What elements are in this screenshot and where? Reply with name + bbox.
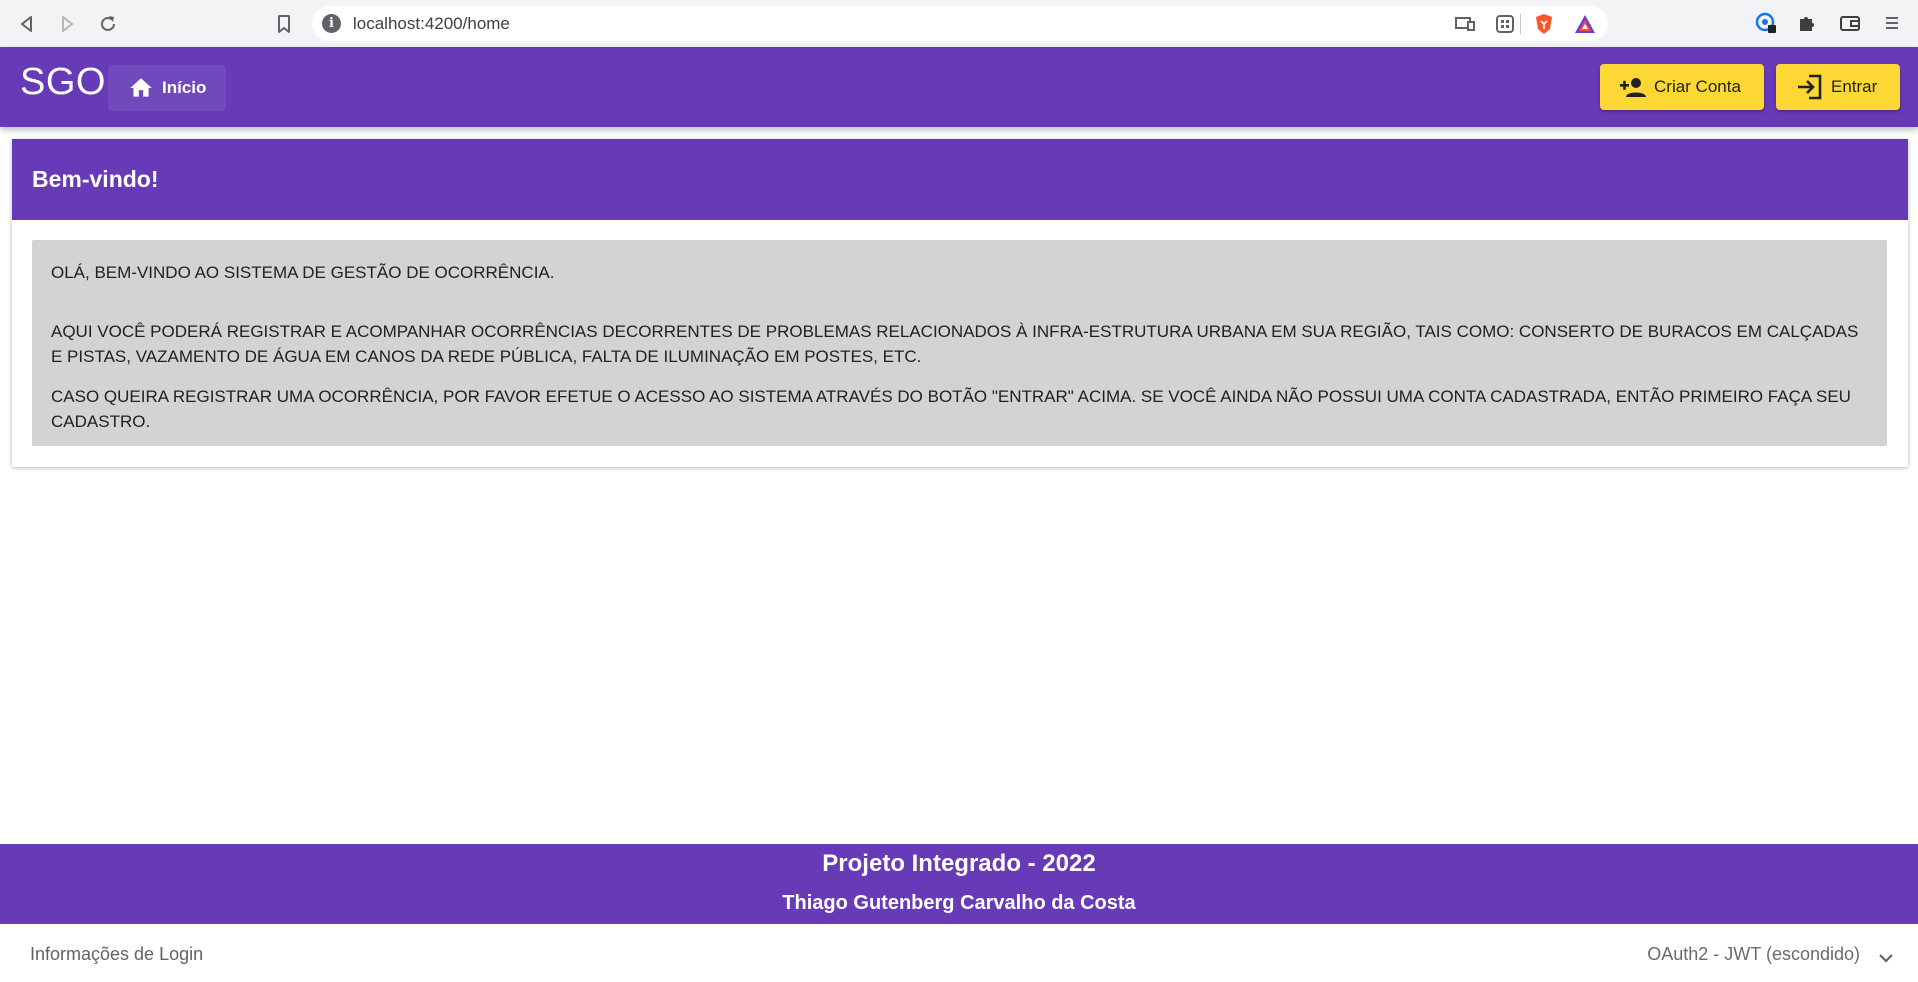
home-button[interactable]: Início: [108, 65, 226, 111]
instructions-paragraph: CASO QUEIRA REGISTRAR UMA OCORRÊNCIA, PO…: [51, 386, 1851, 432]
forward-icon[interactable]: [53, 10, 81, 38]
menu-icon[interactable]: [1880, 11, 1904, 35]
footer-author: Thiago Gutenberg Carvalho da Costa: [782, 892, 1136, 914]
chevron-down-icon[interactable]: [1876, 948, 1896, 968]
login-info-panel[interactable]: Informações de Login OAuth2 - JWT (escon…: [0, 924, 1918, 982]
address-bar[interactable]: i localhost:4200/home: [312, 6, 1608, 41]
qr-code-icon[interactable]: [1494, 13, 1516, 35]
welcome-paragraph: OLÁ, BEM-VINDO AO SISTEMA DE GESTÃO DE O…: [51, 263, 555, 282]
person-add-icon: [1620, 78, 1646, 97]
welcome-card: Bem-vindo! OLÁ, BEM-VINDO AO SISTEMA DE …: [12, 139, 1908, 467]
profile-sync-icon[interactable]: [1754, 11, 1778, 35]
reload-icon[interactable]: [94, 10, 122, 38]
login-button[interactable]: Entrar: [1776, 64, 1900, 110]
address-bar-divider: [1520, 14, 1521, 34]
puzzle-icon[interactable]: [1795, 11, 1819, 35]
card-title: Bem-vindo!: [12, 139, 1908, 220]
site-info-icon[interactable]: i: [322, 14, 341, 33]
bookmark-icon[interactable]: [270, 10, 298, 38]
brave-shield-icon[interactable]: [1533, 13, 1555, 35]
home-button-label: Início: [162, 78, 207, 97]
back-icon[interactable]: [13, 10, 41, 38]
app-toolbar: SGO Início Criar Conta Entrar: [0, 47, 1918, 127]
cast-icon[interactable]: [1454, 13, 1476, 35]
browser-toolbar: i localhost:4200/home: [0, 0, 1918, 47]
login-info-title: Informações de Login: [30, 944, 204, 964]
login-icon: [1798, 74, 1822, 100]
url-text[interactable]: localhost:4200/home: [353, 14, 510, 34]
footer-title: Projeto Integrado - 2022: [822, 850, 1096, 877]
create-account-button[interactable]: Criar Conta: [1600, 64, 1764, 110]
brave-rewards-icon[interactable]: [1574, 13, 1596, 35]
login-info-description: OAuth2 - JWT (escondido): [1647, 944, 1860, 964]
footer: Projeto Integrado - 2022 Thiago Gutenber…: [0, 844, 1918, 924]
login-button-label: Entrar: [1831, 77, 1878, 96]
brand-logo[interactable]: SGO: [20, 61, 106, 104]
description-paragraph: AQUI VOCÊ PODERÁ REGISTRAR E ACOMPANHAR …: [51, 321, 1859, 367]
welcome-message: OLÁ, BEM-VINDO AO SISTEMA DE GESTÃO DE O…: [32, 240, 1887, 446]
home-icon: [130, 78, 152, 97]
wallet-icon[interactable]: [1838, 11, 1862, 35]
create-account-label: Criar Conta: [1654, 77, 1741, 96]
